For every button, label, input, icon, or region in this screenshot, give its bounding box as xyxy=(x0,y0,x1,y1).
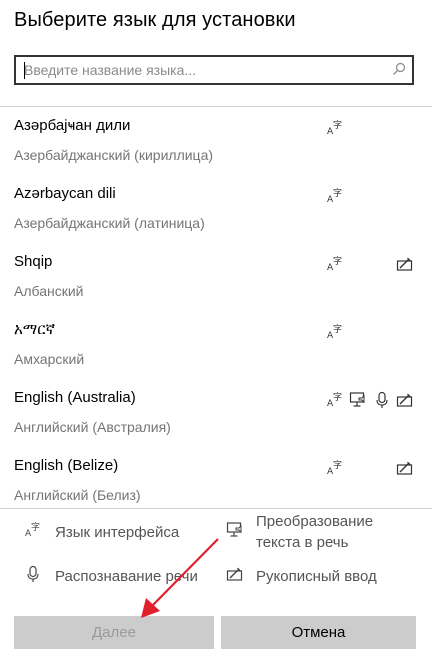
language-native-name: English (Australia) xyxy=(14,389,136,406)
language-native-name: Azərbaycan dili xyxy=(14,185,116,202)
cancel-button[interactable]: Отмена xyxy=(221,616,416,649)
language-localized-name: Азербайджанский (кириллица) xyxy=(14,147,214,163)
language-localized-name: Азербайджанский (латиница) xyxy=(14,215,205,231)
language-list[interactable]: Азәрбајҹан дили Азербайджанский (кирилли… xyxy=(0,108,432,508)
language-native-name: Азәрбајҹан дили xyxy=(14,117,131,134)
language-localized-name: Амхарский xyxy=(14,351,85,367)
top-divider xyxy=(0,106,432,107)
language-native-name: አማርኛ xyxy=(14,321,56,338)
language-localized-name: Английский (Белиз) xyxy=(14,487,141,503)
search-icon[interactable] xyxy=(392,62,406,81)
text-to-speech-icon xyxy=(226,521,244,544)
legend-speech-recognition: Распознавание речи xyxy=(55,568,198,585)
interface-language-icon: A字 xyxy=(326,187,344,205)
search-box[interactable] xyxy=(14,55,414,85)
legend-text-to-speech-line2: текста в речь xyxy=(256,534,349,551)
interface-language-icon: A字 xyxy=(326,323,344,341)
handwriting-icon xyxy=(396,459,414,477)
language-localized-name: Английский (Австралия) xyxy=(14,419,171,435)
interface-language-icon: A字 xyxy=(326,255,344,273)
handwriting-icon xyxy=(396,391,414,409)
svg-text:字: 字 xyxy=(333,187,342,199)
svg-text:字: 字 xyxy=(333,323,342,335)
language-item[interactable]: English (Belize) Английский (Белиз) A字 xyxy=(0,448,432,508)
legend-text-to-speech-line1: Преобразование xyxy=(256,513,374,530)
language-native-name: English (Belize) xyxy=(14,457,119,474)
dialog-title: Выберите язык для установки xyxy=(14,9,296,31)
language-localized-name: Албанский xyxy=(14,283,84,299)
svg-text:字: 字 xyxy=(333,119,342,131)
language-native-name: Shqip xyxy=(14,253,53,270)
svg-text:字: 字 xyxy=(333,391,342,403)
language-item[interactable]: Shqip Албанский A字 xyxy=(0,244,432,308)
interface-language-icon: A字 xyxy=(326,459,344,477)
microphone-icon xyxy=(373,391,391,409)
svg-text:字: 字 xyxy=(333,255,342,267)
microphone-icon xyxy=(24,565,42,588)
legend-interface-language: Язык интерфейса xyxy=(55,524,180,541)
interface-language-icon: A字 xyxy=(24,521,42,544)
next-button[interactable]: Далее xyxy=(14,616,214,649)
language-item[interactable]: English (Australia) Английский (Австрали… xyxy=(0,380,432,444)
handwriting-icon xyxy=(396,255,414,273)
svg-text:字: 字 xyxy=(333,459,342,471)
language-item[interactable]: አማርኛ Амхарский A字 xyxy=(0,312,432,376)
interface-language-icon: A字 xyxy=(326,119,344,137)
language-item[interactable]: Azərbaycan dili Азербайджанский (латиниц… xyxy=(0,176,432,240)
search-input[interactable] xyxy=(24,59,394,81)
language-item[interactable]: Азәрбајҹан дили Азербайджанский (кирилли… xyxy=(0,108,432,172)
text-caret xyxy=(24,62,25,79)
interface-language-icon: A字 xyxy=(326,391,344,409)
legend-handwriting: Рукописный ввод xyxy=(256,568,377,585)
text-to-speech-icon xyxy=(349,391,367,409)
feature-legend: A字 Язык интерфейса Преобразование текста… xyxy=(0,508,432,608)
handwriting-icon xyxy=(226,565,244,588)
svg-text:字: 字 xyxy=(31,521,40,533)
